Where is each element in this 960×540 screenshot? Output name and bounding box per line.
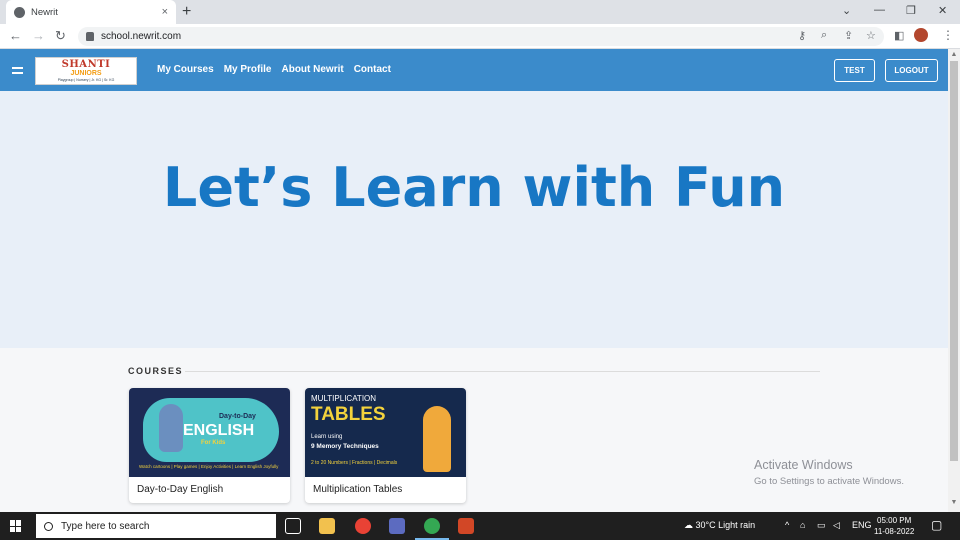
close-tab-icon[interactable]: ×: [162, 6, 168, 18]
thumb-footer: Watch cartoons | Play games | Enjoy Acti…: [139, 464, 279, 469]
thumb-line-2: TABLES: [311, 404, 386, 425]
courses-divider: [185, 371, 820, 372]
key-icon[interactable]: ⚷: [798, 29, 806, 42]
browser-toolbar: ← → ↻ school.newrit.com ⚷ ⌕ ⇪ ☆ ◧: [0, 24, 960, 49]
powerpoint-icon[interactable]: [458, 518, 474, 534]
browser-tab[interactable]: Newrit ×: [6, 0, 176, 24]
search-placeholder: Type here to search: [61, 520, 150, 532]
thumb-line-1: MULTIPLICATION: [311, 394, 377, 403]
lock-icon[interactable]: [86, 32, 94, 41]
windows-start-icon[interactable]: [10, 520, 22, 532]
thumb-subtitle: For Kids: [201, 440, 226, 446]
close-window-button[interactable]: ✕: [938, 4, 947, 17]
nav-links: My Courses My Profile About Newrit Conta…: [157, 64, 391, 75]
tray-chevron-icon[interactable]: ^: [785, 520, 789, 530]
share-icon[interactable]: ⇪: [844, 29, 853, 42]
thumb-big-title: ENGLISH: [183, 422, 255, 439]
course-title[interactable]: Day-to-Day English: [137, 484, 223, 495]
restore-window-button[interactable]: ❐: [906, 4, 916, 17]
taskbar-search-input[interactable]: Type here to search: [36, 514, 276, 538]
site-logo[interactable]: SHANTI JUNIORS Playgroup | Nursery | Jr.…: [35, 57, 137, 85]
cloud-rain-icon: ☁: [684, 520, 693, 530]
star-icon[interactable]: ☆: [866, 29, 876, 42]
course-thumbnail-tables[interactable]: MULTIPLICATION TABLES Learn using 9 Memo…: [305, 388, 466, 477]
hamburger-menu-icon[interactable]: [12, 67, 23, 74]
logo-line-2: JUNIORS: [70, 70, 102, 77]
back-button[interactable]: ←: [9, 29, 22, 43]
tab-search-icon[interactable]: ⌄: [842, 4, 851, 17]
course-title[interactable]: Multiplication Tables: [313, 484, 402, 495]
watermark-subtitle: Go to Settings to activate Windows.: [754, 476, 904, 487]
file-explorer-icon[interactable]: [319, 518, 335, 534]
course-card-tables[interactable]: MULTIPLICATION TABLES Learn using 9 Memo…: [305, 388, 466, 503]
logo-line-3: Playgroup | Nursery | Jr. KG | Sr. KG: [57, 78, 115, 82]
weather-text: 30°C Light rain: [695, 520, 756, 530]
taskbar-clock[interactable]: 05:00 PM 11-08-2022: [874, 515, 914, 537]
nav-my-profile[interactable]: My Profile: [224, 64, 272, 75]
new-tab-button[interactable]: +: [182, 3, 191, 21]
hero-title: Let’s Learn with Fun: [162, 156, 786, 219]
girl-illustration: [423, 406, 451, 472]
thumb-tag: Day-to-Day: [219, 413, 256, 420]
task-view-icon[interactable]: [285, 518, 301, 534]
address-bar[interactable]: school.newrit.com: [78, 27, 884, 46]
notification-icon[interactable]: ▢: [931, 518, 942, 532]
thumb-line-5: 2 to 20 Numbers | Fractions | Decimals: [311, 460, 398, 466]
page-scrollbar[interactable]: ▲ ▼: [948, 49, 960, 512]
nav-about-newrit[interactable]: About Newrit: [281, 64, 343, 75]
profile-avatar[interactable]: [914, 28, 928, 42]
logout-button[interactable]: LOGOUT: [885, 59, 938, 82]
zoom-icon[interactable]: ⌕: [821, 29, 827, 42]
browser-menu-icon[interactable]: ⋮: [942, 28, 954, 42]
kid-illustration: [159, 404, 183, 452]
scroll-thumb[interactable]: [950, 61, 958, 461]
courses-heading: COURSES: [128, 366, 184, 376]
nav-my-courses[interactable]: My Courses: [157, 64, 214, 75]
nav-contact[interactable]: Contact: [354, 64, 391, 75]
thumb-line-3: Learn using: [311, 434, 343, 440]
minimize-window-button[interactable]: —: [874, 4, 885, 16]
chrome-active-icon[interactable]: [424, 518, 440, 534]
clock-date: 11-08-2022: [874, 527, 915, 536]
battery-icon[interactable]: ▭: [817, 520, 826, 531]
clock-time: 05:00 PM: [877, 516, 912, 525]
weather-widget[interactable]: ☁ 30°C Light rain: [684, 520, 755, 531]
windows-taskbar: Type here to search ☁ 30°C Light rain ^ …: [0, 512, 960, 540]
courses-section: COURSES Day-to-Day ENGLISH For Kids Watc…: [0, 348, 948, 512]
chrome-icon[interactable]: [355, 518, 371, 534]
hero-banner: Let’s Learn with Fun: [0, 91, 948, 348]
side-panel-icon[interactable]: ◧: [894, 29, 904, 42]
language-indicator[interactable]: ENG: [852, 520, 872, 530]
network-icon[interactable]: ⌂: [800, 520, 805, 530]
course-card-english[interactable]: Day-to-Day ENGLISH For Kids Watch cartoo…: [129, 388, 290, 503]
reload-button[interactable]: ↻: [55, 29, 66, 43]
activate-windows-watermark: Activate Windows Go to Settings to activ…: [754, 458, 904, 487]
calculator-icon[interactable]: [389, 518, 405, 534]
forward-button[interactable]: →: [32, 29, 45, 43]
site-navbar: SHANTI JUNIORS Playgroup | Nursery | Jr.…: [0, 49, 948, 91]
browser-tab-strip: Newrit × + ⌄ — ❐ ✕: [0, 0, 960, 24]
tab-title: Newrit: [31, 6, 58, 18]
logo-line-1: SHANTI: [61, 59, 111, 70]
course-thumbnail-english[interactable]: Day-to-Day ENGLISH For Kids Watch cartoo…: [129, 388, 290, 477]
test-button[interactable]: TEST: [834, 59, 875, 82]
search-icon: [44, 521, 53, 531]
globe-icon: [14, 6, 25, 18]
url-text: school.newrit.com: [101, 31, 182, 42]
watermark-title: Activate Windows: [754, 458, 853, 472]
scroll-up-arrow-icon[interactable]: ▲: [948, 51, 960, 58]
scroll-down-arrow-icon[interactable]: ▼: [948, 499, 960, 506]
thumb-line-4: 9 Memory Techniques: [311, 443, 379, 450]
volume-icon[interactable]: ◁: [833, 520, 840, 531]
